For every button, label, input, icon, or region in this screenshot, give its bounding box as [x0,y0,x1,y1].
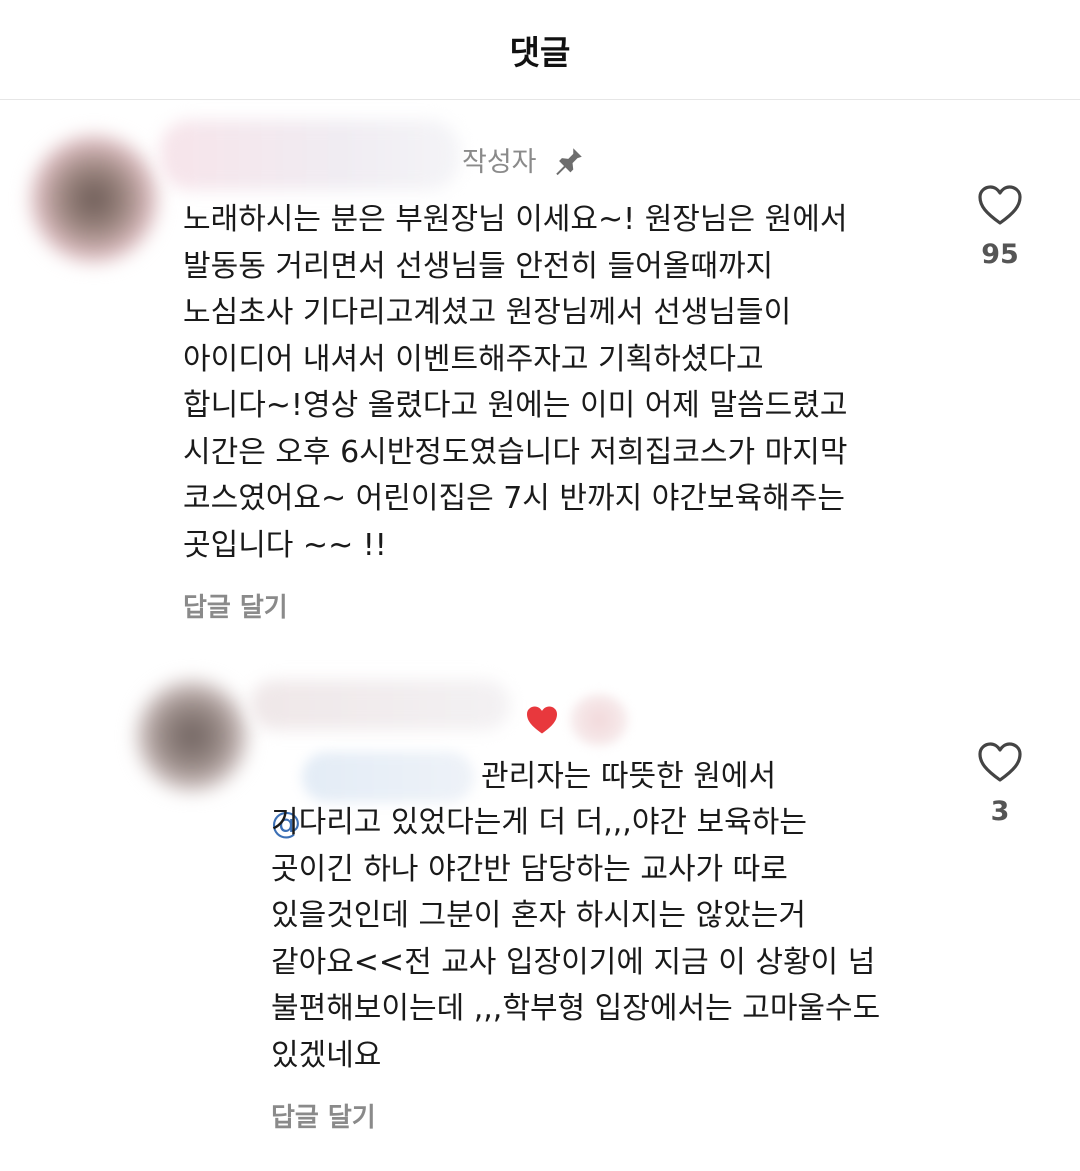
comment-body: 노래하시는 분은 부원장님 이세요~! 원장님은 원에서 발동동 거리면서 선생… [183,202,848,563]
creator-avatar [570,694,628,746]
username-redacted[interactable] [250,680,510,730]
heart-outline-icon[interactable] [976,183,1024,227]
reply-button[interactable]: 답글 달기 [271,1097,376,1134]
reply-button[interactable]: 답글 달기 [183,587,288,624]
like-count: 95 [981,239,1019,270]
like-control: 95 [970,183,1030,270]
author-badge: 작성자 [462,147,537,178]
page-title: 댓글 [509,33,571,72]
heart-filled-icon [527,706,557,734]
like-control: 3 [970,740,1030,827]
comments-header: 댓글 [0,0,1080,100]
username-redacted[interactable] [160,120,460,190]
pin-icon [556,148,582,176]
comment-body: 기다리고 있었다는게 더 더,,,야간 보육하는 곳이긴 하나 야간반 담당하는… [271,805,881,1073]
avatar[interactable] [30,135,158,263]
comment-body-first-line: 관리자는 따뜻한 원에서 [481,759,777,794]
like-count: 3 [990,796,1010,827]
avatar[interactable] [136,680,248,792]
comments-sheet: 댓글 작성자 노래하시는 분은 부원장님 이세요~! 원장님은 원에서 발동동 … [0,0,1080,1171]
heart-outline-icon[interactable] [976,740,1024,784]
mention-handle-redacted[interactable] [302,752,474,802]
